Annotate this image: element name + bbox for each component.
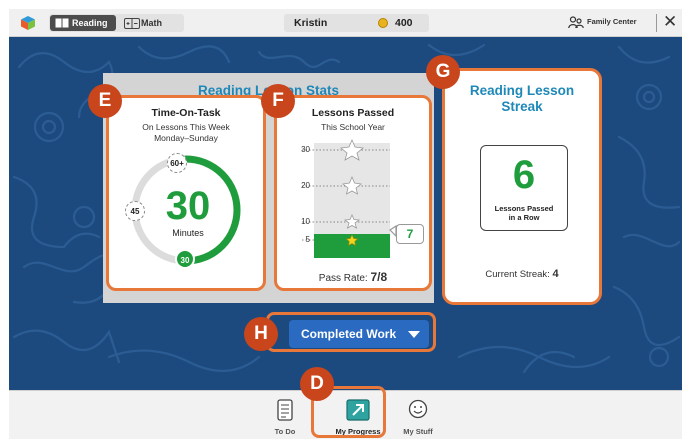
time-value: 30: [165, 184, 211, 228]
coin-icon: [378, 18, 388, 28]
smiley-icon: [408, 399, 428, 419]
callout-badge-g: G: [426, 55, 460, 89]
lessons-chart: [302, 138, 397, 258]
checklist-icon: [277, 399, 293, 421]
book-icon: [55, 18, 69, 28]
lesson-streak-card: Reading Lesson Streak 6 Lessons Passed i…: [442, 68, 602, 305]
streak-title-line-1: Reading Lesson: [469, 83, 575, 98]
callout-badge-h: H: [244, 317, 278, 351]
nav-to-do[interactable]: To Do: [265, 391, 305, 439]
nav-my-stuff-label: My Stuff: [403, 427, 433, 436]
callout-badge-d: D: [300, 367, 334, 401]
streak-caption: Lessons Passed in a Row: [481, 204, 567, 222]
pass-rate: Pass Rate: 7/8: [277, 270, 429, 284]
tab-reading[interactable]: Reading: [50, 15, 116, 31]
ring-label-45: 45: [125, 201, 145, 221]
tick-label: 20: [301, 181, 310, 190]
current-streak: Current Streak: 4: [445, 268, 599, 280]
current-streak-label: Current Streak:: [485, 269, 550, 280]
tick-label: 10: [301, 217, 310, 226]
ring-label-60: 60+: [167, 153, 187, 173]
family-center-link[interactable]: Family Center: [587, 17, 637, 26]
time-on-task-card: Time-On-Task On Lessons This Week Monday…: [106, 95, 266, 291]
streak-title: Reading Lesson Streak: [445, 83, 599, 115]
plus-minus-icon: [124, 18, 140, 29]
close-icon[interactable]: ✕: [663, 11, 677, 33]
coin-count: 400: [395, 17, 413, 29]
user-bar: Kristin 400: [284, 14, 429, 32]
streak-caption-line-2: in a Row: [508, 213, 540, 222]
pass-rate-value: 7/8: [370, 270, 388, 284]
user-name: Kristin: [294, 17, 328, 29]
lessons-passed-callout: 7: [396, 224, 424, 244]
time-unit: Minutes: [172, 228, 204, 238]
tab-math[interactable]: Math: [119, 15, 181, 31]
tick-label: 5: [305, 235, 310, 244]
pass-rate-label: Pass Rate:: [318, 273, 368, 284]
streak-caption-line-1: Lessons Passed: [494, 204, 554, 213]
ring-label-30: 30: [175, 249, 195, 269]
callout-badge-f: F: [261, 84, 295, 118]
subject-toggle: Reading Math: [49, 14, 184, 32]
streak-box: 6 Lessons Passed in a Row: [480, 145, 568, 231]
divider: [656, 14, 657, 32]
nav-to-do-label: To Do: [274, 427, 296, 436]
current-streak-value: 4: [552, 268, 559, 280]
nav-my-stuff[interactable]: My Stuff: [398, 391, 438, 439]
tick-label: 30: [301, 145, 310, 154]
completed-work-dropdown[interactable]: Completed Work: [289, 320, 429, 348]
lessons-passed-card: Lessons Passed This School Year 30 20 10…: [274, 95, 432, 291]
completed-work-label: Completed Work: [301, 327, 397, 341]
streak-title-line-2: Streak: [501, 99, 543, 114]
tab-reading-label: Reading: [72, 18, 108, 28]
family-icon[interactable]: [568, 16, 584, 29]
app-logo-icon: [21, 16, 35, 30]
top-bar: Reading Math Kristin 400 Family Center ✕: [9, 9, 682, 37]
tab-math-label: Math: [141, 18, 162, 28]
streak-value: 6: [512, 153, 536, 197]
callout-badge-e: E: [88, 84, 122, 118]
chevron-down-icon: [408, 331, 420, 338]
